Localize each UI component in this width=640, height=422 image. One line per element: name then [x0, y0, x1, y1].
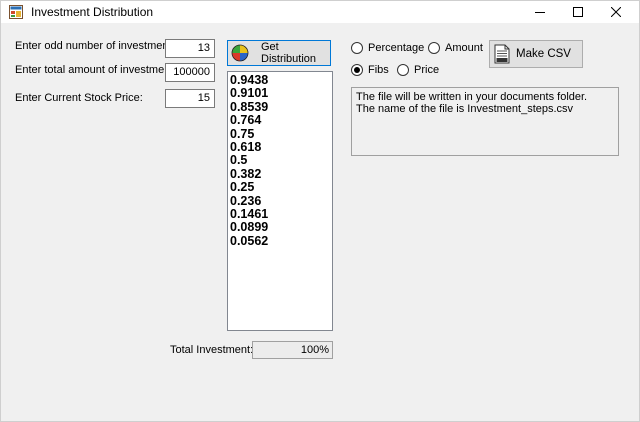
radio-price[interactable]: Price: [397, 64, 439, 76]
list-item[interactable]: 0.0562: [230, 234, 332, 248]
list-item[interactable]: 0.25: [230, 180, 332, 194]
radio-circle: [351, 64, 363, 76]
csv-file-icon: [494, 44, 510, 67]
close-icon: [611, 7, 621, 17]
list-item[interactable]: 0.5: [230, 154, 332, 168]
close-button[interactable]: [593, 1, 639, 23]
radio-circle: [397, 64, 409, 76]
list-item[interactable]: 0.9438: [230, 73, 332, 87]
list-item[interactable]: 0.9101: [230, 86, 332, 100]
total-investment-value: 100%: [252, 341, 333, 359]
pie-chart-icon: [231, 44, 249, 65]
list-item[interactable]: 0.1461: [230, 207, 332, 221]
get-distribution-button[interactable]: Get Distribution: [227, 40, 331, 66]
radio-percentage[interactable]: Percentage: [351, 42, 424, 54]
total-amount-input[interactable]: 100000: [165, 63, 215, 82]
distribution-listbox[interactable]: 0.9438 0.9101 0.8539 0.764 0.75 0.618 0.5 0.382…: [227, 71, 333, 331]
get-distribution-label: Get Distribution: [261, 41, 317, 65]
make-csv-button[interactable]: Make CSV: [489, 40, 583, 68]
radio-amount[interactable]: Amount: [428, 42, 483, 54]
total-investment-label: Total Investment:: [170, 344, 254, 356]
app-window-icon: [9, 5, 23, 19]
info-line-2: The name of the file is Investment_steps…: [356, 103, 574, 115]
odd-investments-label: Enter odd number of investments:: [15, 40, 181, 52]
minimize-icon: [535, 12, 545, 13]
radio-fibs-label: Fibs: [368, 64, 389, 76]
radio-fibs[interactable]: Fibs: [351, 64, 389, 76]
info-line-1: The file will be written in your documen…: [356, 91, 588, 103]
make-csv-label: Make CSV: [516, 48, 571, 60]
list-item[interactable]: 0.75: [230, 127, 332, 141]
info-textarea[interactable]: The file will be written in your documen…: [351, 87, 619, 156]
maximize-icon: [573, 7, 583, 17]
radio-amount-label: Amount: [445, 42, 483, 54]
radio-dot: [354, 67, 360, 73]
app-window: Investment Distribution Enter odd number…: [0, 0, 640, 422]
window-title: Investment Distribution: [31, 5, 154, 19]
title-bar: Investment Distribution: [1, 1, 639, 23]
stock-price-input[interactable]: 15: [165, 89, 215, 108]
list-item[interactable]: 0.8539: [230, 100, 332, 114]
odd-investments-input[interactable]: 13: [165, 39, 215, 58]
radio-price-label: Price: [414, 64, 440, 76]
list-item[interactable]: 0.382: [230, 167, 332, 181]
total-amount-label: Enter total amount of investment:: [15, 64, 177, 76]
radio-percentage-label: Percentage: [368, 42, 425, 54]
list-item[interactable]: 0.0899: [230, 221, 332, 235]
stock-price-label: Enter Current Stock Price:: [15, 92, 143, 104]
radio-circle: [428, 42, 440, 54]
list-item[interactable]: 0.764: [230, 113, 332, 127]
radio-circle: [351, 42, 363, 54]
list-item[interactable]: 0.618: [230, 140, 332, 154]
list-item[interactable]: 0.236: [230, 194, 332, 208]
